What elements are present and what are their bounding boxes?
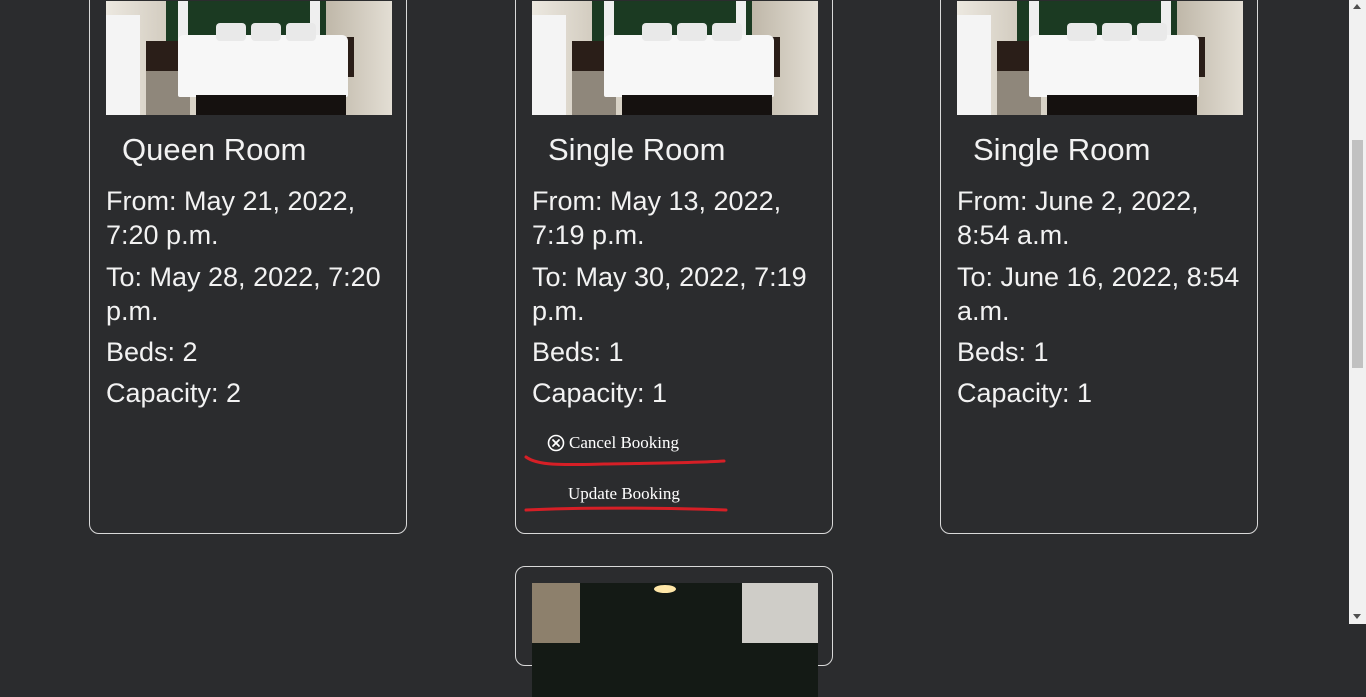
booking-beds: Beds: 1: [957, 337, 1049, 367]
scroll-down-arrow-icon[interactable]: [1353, 614, 1361, 619]
scrollbar-thumb[interactable]: [1352, 140, 1363, 368]
room-photo: [106, 1, 392, 115]
annotation-underline: [524, 506, 728, 512]
update-booking-label: Update Booking: [568, 484, 680, 503]
room-title: Single Room: [973, 132, 1151, 167]
booking-capacity: Capacity: 1: [957, 378, 1093, 408]
booking-card: [515, 566, 833, 697]
booking-from: From: May 21, 2022, 7:20 p.m.: [106, 186, 356, 250]
booking-beds: Beds: 1: [532, 337, 624, 367]
room-photo: [532, 1, 818, 115]
room-title: Single Room: [548, 132, 726, 167]
circle-x-icon: [547, 434, 565, 452]
booking-capacity: Capacity: 1: [532, 378, 668, 408]
cancel-booking-label: Cancel Booking: [569, 433, 680, 452]
booking-beds: Beds: 2: [106, 337, 198, 367]
booking-from: From: May 13, 2022, 7:19 p.m.: [532, 186, 782, 250]
booking-card: Queen Room From: May 21, 2022, 7:20 p.m.…: [89, 0, 407, 534]
booking-to: To: June 16, 2022, 8:54 a.m.: [957, 262, 1240, 326]
booking-card: Single Room From: June 2, 2022, 8:54 a.m…: [940, 0, 1258, 534]
room-title: Queen Room: [122, 132, 307, 167]
booking-from: From: June 2, 2022, 8:54 a.m.: [957, 186, 1199, 250]
booking-capacity: Capacity: 2: [106, 378, 242, 408]
update-booking-button[interactable]: Update Booking: [568, 484, 680, 504]
booking-card: Single Room From: May 13, 2022, 7:19 p.m…: [515, 0, 833, 534]
page-scrollbar[interactable]: [1349, 0, 1366, 624]
booking-to: To: May 28, 2022, 7:20 p.m.: [106, 262, 381, 326]
room-photo: [532, 583, 818, 697]
cancel-booking-button[interactable]: Cancel Booking: [547, 433, 679, 453]
room-photo: [957, 1, 1243, 115]
annotation-underline: [524, 455, 726, 467]
booking-to: To: May 30, 2022, 7:19 p.m.: [532, 262, 807, 326]
scroll-up-arrow-icon[interactable]: [1353, 4, 1361, 9]
